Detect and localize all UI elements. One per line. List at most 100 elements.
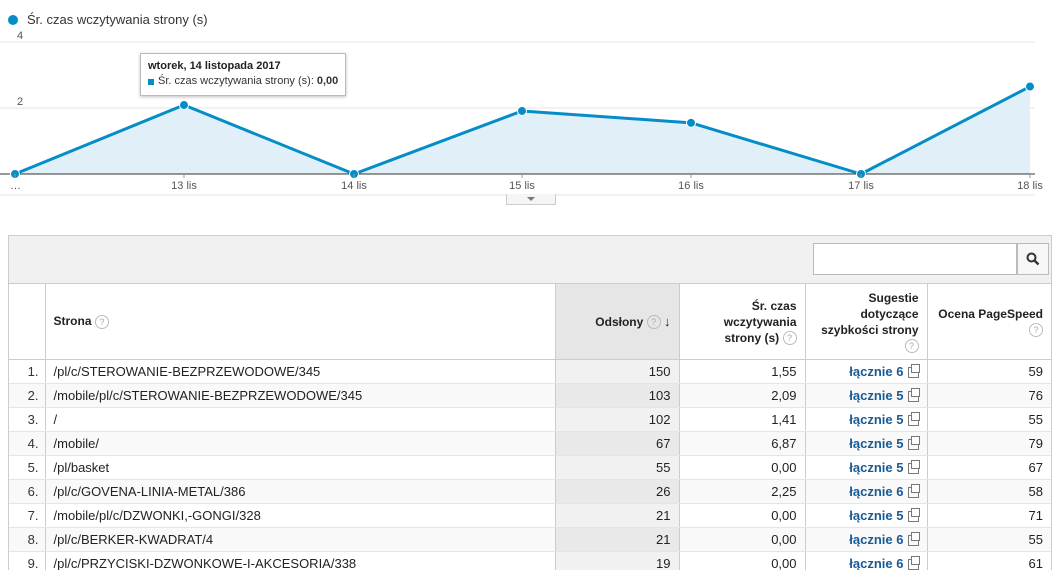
row-load-time: 2,25 [679, 480, 805, 504]
row-suggestions[interactable]: łącznie 6 [805, 528, 927, 552]
x-tick-label: 18 lis [1017, 180, 1043, 192]
x-tick-label: 14 lis [341, 180, 367, 192]
row-index: 4. [9, 432, 45, 456]
tooltip-series-icon [148, 79, 154, 85]
series-area [15, 87, 1030, 174]
help-icon[interactable]: ? [905, 339, 919, 353]
external-link-icon[interactable] [908, 559, 919, 570]
x-tick-label: 16 lis [678, 180, 704, 192]
suggestions-link[interactable]: łącznie 5 [849, 436, 903, 451]
help-icon[interactable]: ? [95, 315, 109, 329]
external-link-icon[interactable] [908, 463, 919, 474]
table-row[interactable]: 4./mobile/676,87łącznie 579 [9, 432, 1051, 456]
row-page[interactable]: / [45, 408, 555, 432]
data-point[interactable] [687, 118, 696, 127]
table-row[interactable]: 8./pl/c/BERKER-KWADRAT/4210,00łącznie 65… [9, 528, 1051, 552]
external-link-icon[interactable] [908, 487, 919, 498]
table-row[interactable]: 2./mobile/pl/c/STEROWANIE-BEZPRZEWODOWE/… [9, 384, 1051, 408]
header-pagespeed-label: Ocena PageSpeed [938, 307, 1043, 321]
row-suggestions[interactable]: łącznie 5 [805, 504, 927, 528]
row-page[interactable]: /mobile/ [45, 432, 555, 456]
row-pagespeed: 61 [927, 552, 1051, 570]
report-table: Strona ? Odsłony ? ↓ Śr. czas wczytywani… [9, 284, 1051, 570]
header-pagespeed[interactable]: Ocena PageSpeed ? [927, 284, 1051, 360]
row-page[interactable]: /pl/c/STEROWANIE-BEZPRZEWODOWE/345 [45, 360, 555, 384]
external-link-icon[interactable] [908, 367, 919, 378]
table-row[interactable]: 7./mobile/pl/c/DZWONKI,-GONGI/328210,00ł… [9, 504, 1051, 528]
suggestions-link[interactable]: łącznie 5 [849, 412, 903, 427]
x-tick-label: 17 lis [848, 180, 874, 192]
row-views: 103 [555, 384, 679, 408]
row-page[interactable]: /pl/c/GOVENA-LINIA-METAL/386 [45, 480, 555, 504]
external-link-icon[interactable] [908, 439, 919, 450]
suggestions-link[interactable]: łącznie 6 [849, 364, 903, 379]
header-views[interactable]: Odsłony ? ↓ [555, 284, 679, 360]
suggestions-link[interactable]: łącznie 6 [849, 556, 903, 570]
report-table-panel: Strona ? Odsłony ? ↓ Śr. czas wczytywani… [8, 235, 1052, 570]
legend-label: Śr. czas wczytywania strony (s) [27, 12, 208, 27]
help-icon[interactable]: ? [1029, 323, 1043, 337]
data-point[interactable] [1026, 82, 1035, 91]
search-button[interactable] [1017, 243, 1049, 275]
external-link-icon[interactable] [908, 511, 919, 522]
chart-legend[interactable]: Śr. czas wczytywania strony (s) [8, 12, 208, 27]
chart-collapse-toggle[interactable] [506, 194, 556, 205]
row-views: 21 [555, 504, 679, 528]
row-suggestions[interactable]: łącznie 5 [805, 408, 927, 432]
row-pagespeed: 76 [927, 384, 1051, 408]
table-header-row: Strona ? Odsłony ? ↓ Śr. czas wczytywani… [9, 284, 1051, 360]
table-toolbar [9, 236, 1051, 284]
table-row[interactable]: 9./pl/c/PRZYCISKI-DZWONKOWE-I-AKCESORIA/… [9, 552, 1051, 570]
row-suggestions[interactable]: łącznie 6 [805, 480, 927, 504]
table-row[interactable]: 5./pl/basket550,00łącznie 567 [9, 456, 1051, 480]
row-index: 3. [9, 408, 45, 432]
header-suggestions[interactable]: Sugestie dotyczące szybkości strony ? [805, 284, 927, 360]
row-pagespeed: 58 [927, 480, 1051, 504]
header-page[interactable]: Strona ? [45, 284, 555, 360]
external-link-icon[interactable] [908, 535, 919, 546]
external-link-icon[interactable] [908, 415, 919, 426]
header-suggestions-label: Sugestie dotyczące szybkości strony [821, 291, 918, 337]
suggestions-link[interactable]: łącznie 5 [849, 388, 903, 403]
suggestions-link[interactable]: łącznie 5 [849, 460, 903, 475]
tooltip-label: Śr. czas wczytywania strony (s): [158, 74, 314, 89]
row-page[interactable]: /pl/c/BERKER-KWADRAT/4 [45, 528, 555, 552]
suggestions-link[interactable]: łącznie 6 [849, 532, 903, 547]
row-suggestions[interactable]: łącznie 6 [805, 552, 927, 570]
data-point[interactable] [180, 101, 189, 110]
external-link-icon[interactable] [908, 391, 919, 402]
table-row[interactable]: 3./1021,41łącznie 555 [9, 408, 1051, 432]
row-views: 21 [555, 528, 679, 552]
row-views: 67 [555, 432, 679, 456]
table-row[interactable]: 1./pl/c/STEROWANIE-BEZPRZEWODOWE/3451501… [9, 360, 1051, 384]
row-views: 55 [555, 456, 679, 480]
help-icon[interactable]: ? [783, 331, 797, 345]
row-suggestions[interactable]: łącznie 6 [805, 360, 927, 384]
row-load-time: 0,00 [679, 504, 805, 528]
data-point[interactable] [518, 106, 527, 115]
row-load-time: 0,00 [679, 456, 805, 480]
row-pagespeed: 55 [927, 408, 1051, 432]
table-row[interactable]: 6./pl/c/GOVENA-LINIA-METAL/386262,25łącz… [9, 480, 1051, 504]
row-page[interactable]: /pl/c/PRZYCISKI-DZWONKOWE-I-AKCESORIA/33… [45, 552, 555, 570]
row-page[interactable]: /pl/basket [45, 456, 555, 480]
search-input[interactable] [813, 243, 1017, 275]
x-tick-label: 13 lis [171, 180, 197, 192]
row-suggestions[interactable]: łącznie 5 [805, 384, 927, 408]
tooltip-title: wtorek, 14 listopada 2017 [148, 59, 338, 74]
row-index: 2. [9, 384, 45, 408]
suggestions-link[interactable]: łącznie 5 [849, 508, 903, 523]
sort-desc-icon[interactable]: ↓ [664, 314, 671, 329]
suggestions-link[interactable]: łącznie 6 [849, 484, 903, 499]
row-page[interactable]: /mobile/pl/c/DZWONKI,-GONGI/328 [45, 504, 555, 528]
row-load-time: 0,00 [679, 552, 805, 570]
row-load-time: 1,41 [679, 408, 805, 432]
header-load-time[interactable]: Śr. czas wczytywania strony (s) ? [679, 284, 805, 360]
row-suggestions[interactable]: łącznie 5 [805, 432, 927, 456]
row-index: 1. [9, 360, 45, 384]
row-page[interactable]: /mobile/pl/c/STEROWANIE-BEZPRZEWODOWE/34… [45, 384, 555, 408]
tooltip-value: 0,00 [317, 74, 338, 89]
chevron-down-icon [527, 197, 535, 201]
help-icon[interactable]: ? [647, 315, 661, 329]
row-suggestions[interactable]: łącznie 5 [805, 456, 927, 480]
